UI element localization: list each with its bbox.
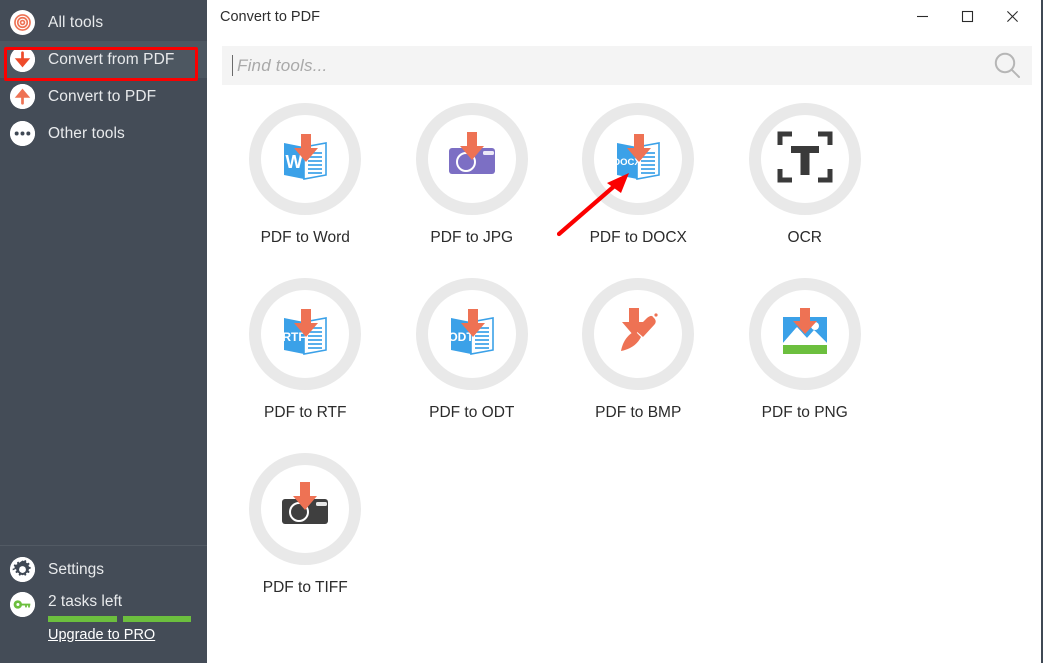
tasks-left-block: 2 tasks left Upgrade to PRO — [0, 592, 207, 643]
tool-pdf-to-rtf[interactable]: RTF PDF to RTF — [222, 270, 389, 445]
tool-label: PDF to TIFF — [262, 579, 348, 596]
tool-ocr[interactable]: OCR — [722, 95, 889, 270]
odt-doc-download-icon: ODT — [441, 301, 503, 368]
sidebar-item-label: All tools — [48, 13, 104, 31]
tool-icon-ring — [748, 103, 861, 215]
tool-pdf-to-docx[interactable]: DOCX PDF to DOCX — [555, 95, 722, 270]
progress-segment — [122, 616, 191, 622]
tool-pdf-to-odt[interactable]: ODT PDF to ODT — [389, 270, 556, 445]
tool-label: PDF to JPG — [430, 229, 514, 246]
camera-dark-download-icon — [274, 476, 336, 543]
close-button[interactable] — [990, 1, 1035, 32]
tool-icon-ring — [249, 453, 362, 565]
tool-pdf-to-jpg[interactable]: PDF to JPG — [389, 95, 556, 270]
sidebar: All tools Convert from PDF Convert to PD… — [0, 0, 207, 663]
paintbrush-download-icon — [607, 301, 669, 368]
tool-label: PDF to RTF — [264, 404, 347, 421]
tool-pdf-to-tiff[interactable]: PDF to TIFF — [222, 445, 389, 620]
tasks-info: 2 tasks left Upgrade to PRO — [48, 592, 191, 643]
tool-label: PDF to BMP — [595, 404, 682, 421]
window-title: Convert to PDF — [220, 8, 320, 25]
gear-icon — [10, 557, 35, 582]
sidebar-item-all-tools[interactable]: All tools — [0, 4, 207, 41]
sidebar-item-label: Convert from PDF — [48, 50, 175, 68]
word-doc-download-icon: W — [274, 126, 336, 193]
tool-pdf-to-png[interactable]: PDF to PNG — [722, 270, 889, 445]
main-panel: Convert to PDF Find tools... W PDF to Wo… — [207, 0, 1041, 663]
tasks-left-label: 2 tasks left — [48, 593, 123, 610]
tool-icon-ring: ODT — [415, 278, 528, 390]
sidebar-item-label: Other tools — [48, 124, 125, 142]
upgrade-to-pro-link[interactable]: Upgrade to PRO — [48, 627, 155, 643]
window-controls — [900, 0, 1035, 33]
tool-pdf-to-word[interactable]: W PDF to Word — [222, 95, 389, 270]
ellipsis-icon — [10, 121, 35, 146]
tool-label: OCR — [787, 229, 822, 246]
ocr-text-scan-icon — [775, 127, 835, 192]
sidebar-footer: Settings 2 tasks left Upgrade to PRO — [0, 545, 207, 663]
tool-label: PDF to PNG — [761, 404, 848, 421]
tool-icon-ring: W — [249, 103, 362, 215]
arrow-up-circle-icon — [10, 84, 35, 109]
tool-icon-ring — [748, 278, 861, 390]
search-input[interactable]: Find tools... — [237, 56, 982, 76]
tool-label: PDF to DOCX — [589, 229, 687, 246]
target-icon — [10, 10, 35, 35]
application-window: All tools Convert from PDF Convert to PD… — [0, 0, 1043, 663]
tool-pdf-to-bmp[interactable]: PDF to BMP — [555, 270, 722, 445]
title-bar: Convert to PDF — [207, 0, 1041, 33]
tool-icon-ring: DOCX — [582, 103, 695, 215]
sidebar-item-label: Convert to PDF — [48, 87, 157, 105]
tool-label: PDF to Word — [260, 229, 350, 246]
tool-icon-ring — [415, 103, 528, 215]
tasks-progress-bar — [48, 616, 191, 622]
arrow-down-circle-icon — [10, 47, 35, 72]
tool-icon-ring — [582, 278, 695, 390]
maximize-button[interactable] — [945, 1, 990, 32]
camera-purple-download-icon — [441, 126, 503, 193]
tools-grid: W PDF to Word PDF to JPG DOCX PDF to DOC… — [222, 95, 1034, 620]
image-download-icon — [774, 301, 836, 368]
search-field[interactable]: Find tools... — [222, 46, 1032, 85]
sidebar-item-settings[interactable]: Settings — [0, 557, 207, 582]
tool-label: PDF to ODT — [429, 404, 515, 421]
sidebar-item-convert-from-pdf[interactable]: Convert from PDF — [0, 41, 207, 78]
sidebar-item-other-tools[interactable]: Other tools — [0, 115, 207, 152]
search-icon[interactable] — [982, 46, 1032, 85]
svg-text:W: W — [286, 152, 303, 172]
rtf-doc-download-icon: RTF — [274, 301, 336, 368]
tool-icon-ring: RTF — [249, 278, 362, 390]
text-caret — [232, 55, 233, 76]
minimize-button[interactable] — [900, 1, 945, 32]
settings-label: Settings — [48, 561, 105, 578]
docx-doc-download-icon: DOCX — [607, 126, 669, 193]
sidebar-nav: All tools Convert from PDF Convert to PD… — [0, 0, 207, 152]
sidebar-item-convert-to-pdf[interactable]: Convert to PDF — [0, 78, 207, 115]
progress-segment — [48, 616, 117, 622]
key-icon — [10, 592, 35, 617]
